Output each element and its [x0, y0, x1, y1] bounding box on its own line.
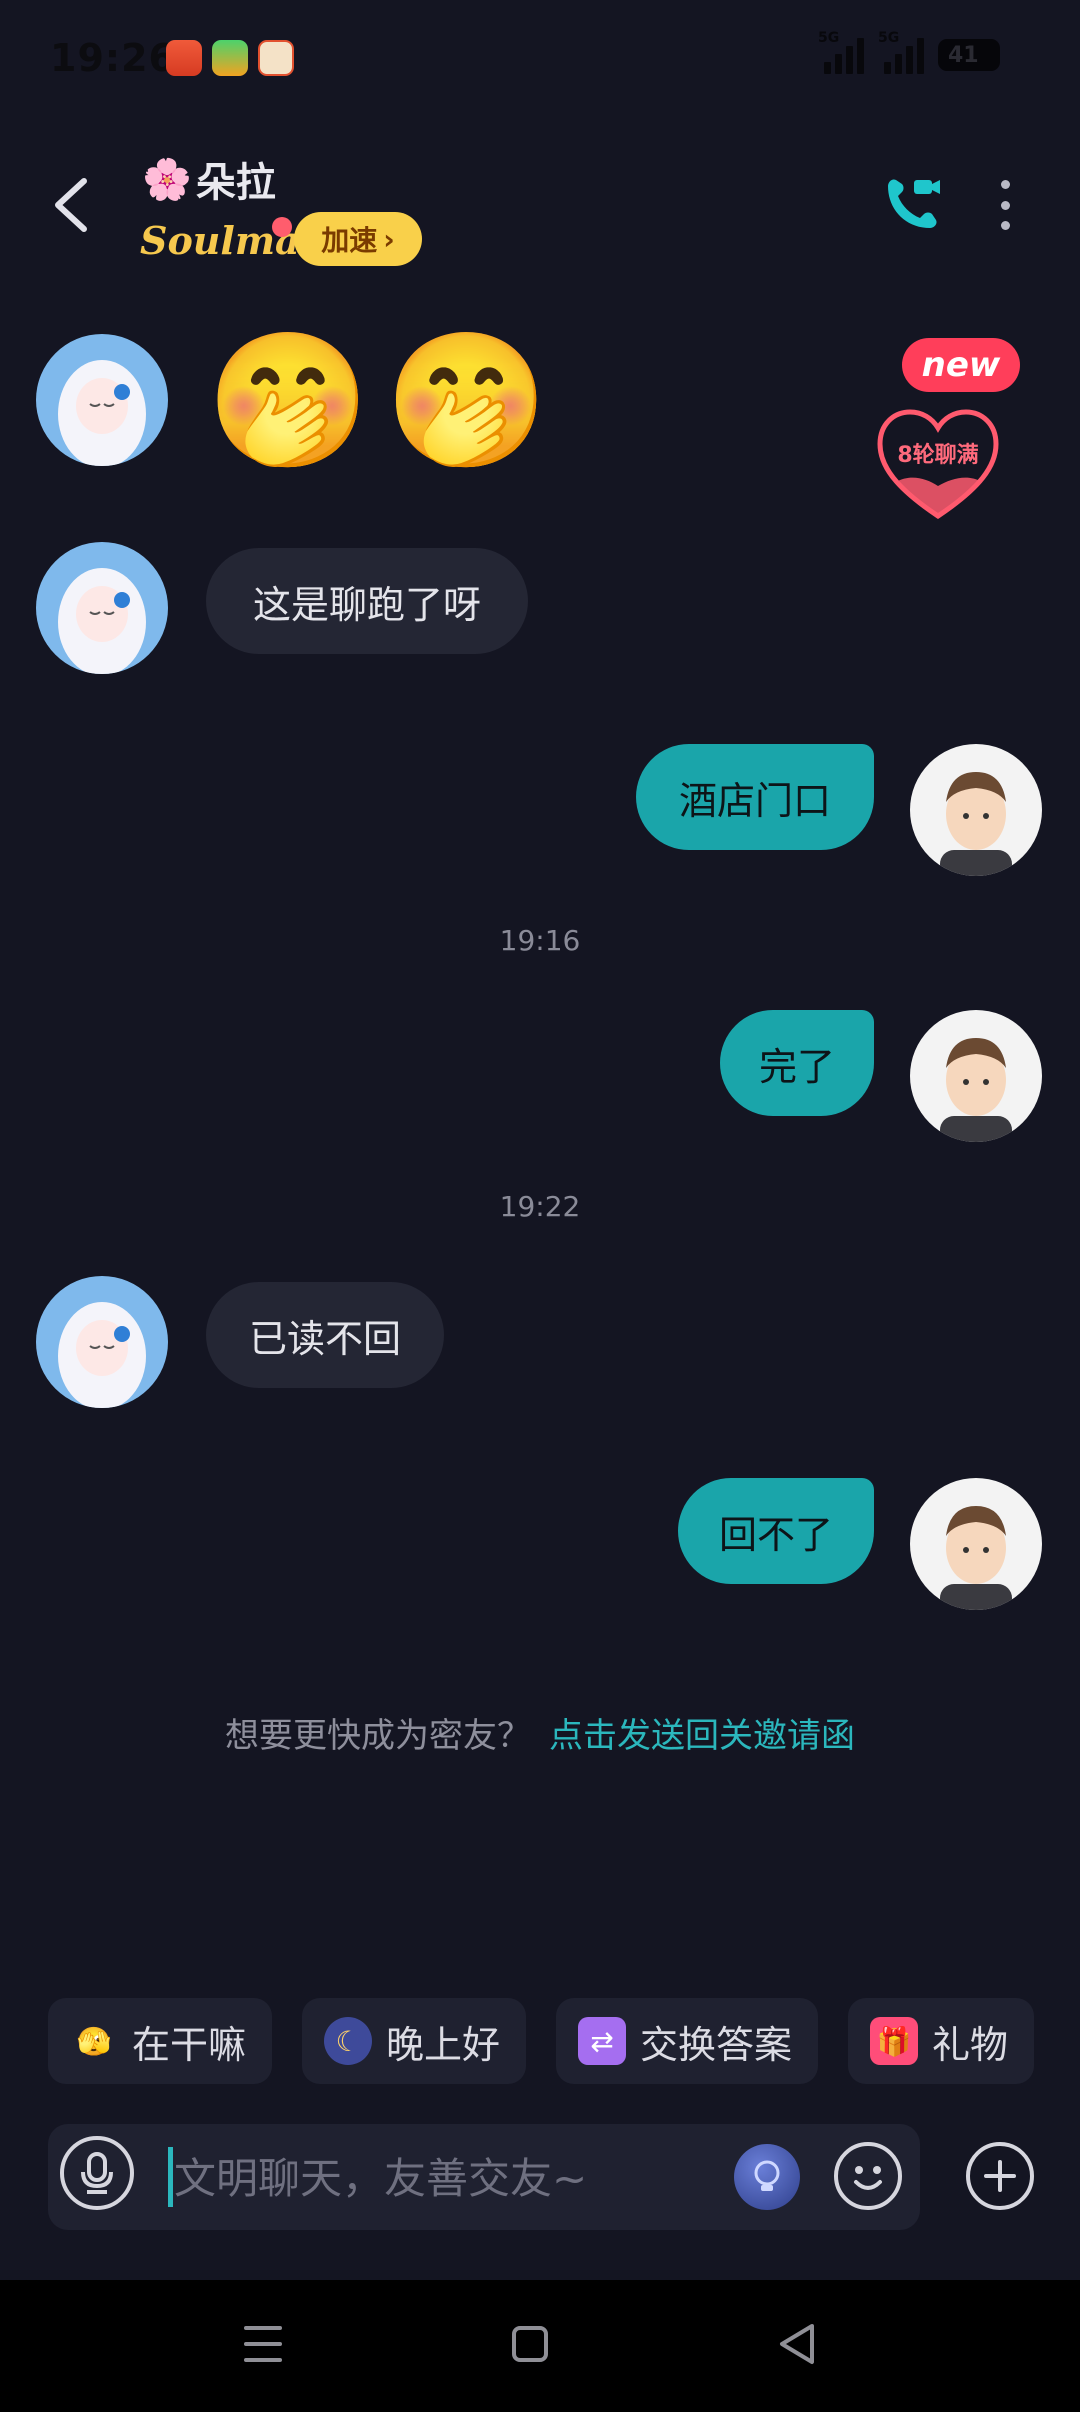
speed-up-button[interactable]: 加速 ›: [294, 212, 422, 266]
microphone-icon: [81, 2152, 113, 2194]
quick-reply-chip[interactable]: ⇄ 交换答案: [556, 1998, 819, 2084]
contact-name: 朵拉: [195, 160, 276, 206]
emoji-button[interactable]: [834, 2142, 902, 2210]
emoji-message[interactable]: 🤭🤭: [206, 326, 563, 476]
more-options-icon[interactable]: [996, 180, 1014, 230]
quick-reply-chip[interactable]: 🎁 礼物: [848, 1998, 1035, 2084]
flower-icon: 🌸: [142, 156, 192, 203]
status-indicators: 5G 5G 41: [818, 30, 1000, 74]
back-triangle-icon[interactable]: [776, 2322, 816, 2366]
heart-badge-label: 8轮聊满: [897, 442, 978, 468]
status-time: 19:26: [50, 36, 176, 80]
smiley-icon: [854, 2166, 882, 2190]
quick-reply-chip[interactable]: ☾ 晚上好: [302, 1998, 527, 2084]
quick-reply-bar: 🫣 在干嘛 ☾ 晚上好 ⇄ 交换答案 🎁 礼物: [48, 1998, 1035, 2084]
app-notification-icon-2: [212, 40, 248, 76]
send-invite-link[interactable]: 点击发送回关邀请函: [549, 1716, 855, 1756]
chevron-right-icon: ›: [383, 222, 395, 256]
user-avatar[interactable]: [910, 1010, 1042, 1142]
app-notification-icon-1: [166, 40, 202, 76]
message-input[interactable]: [172, 2140, 716, 2216]
user-avatar[interactable]: [910, 1478, 1042, 1610]
soulmate-notification-dot: [272, 217, 292, 237]
phone-video-call-icon[interactable]: [880, 172, 944, 236]
contact-avatar[interactable]: [36, 334, 168, 466]
timestamp: 19:22: [499, 1190, 581, 1223]
swap-icon: ⇄: [578, 2017, 627, 2065]
app-notification-icon-3: [258, 40, 294, 76]
back-button[interactable]: [48, 175, 94, 235]
timestamp: 19:16: [499, 924, 581, 957]
contact-avatar[interactable]: [36, 542, 168, 674]
signal-icon: 5G: [818, 30, 864, 74]
gift-icon: 🎁: [870, 2017, 919, 2065]
message-bubble-outgoing[interactable]: 完了: [720, 1010, 874, 1116]
status-app-icons: [166, 40, 294, 76]
home-icon[interactable]: [512, 2326, 548, 2362]
message-bubble-incoming[interactable]: 已读不回: [206, 1282, 444, 1388]
contact-avatar[interactable]: [36, 1276, 168, 1408]
user-avatar[interactable]: [910, 744, 1042, 876]
ai-assistant-button[interactable]: [734, 2144, 800, 2210]
invite-question: 想要更快成为密友？: [225, 1716, 531, 1756]
lightbulb-icon: [754, 2160, 780, 2191]
battery-icon: 41: [938, 39, 1000, 71]
chat-title[interactable]: 🌸 朵拉: [142, 150, 276, 208]
new-badge: new: [902, 338, 1020, 392]
recent-apps-icon[interactable]: [244, 2326, 282, 2362]
heart-chat-rounds-badge[interactable]: 8轮聊满: [876, 404, 1000, 522]
moon-face-icon: ☾: [324, 2017, 373, 2065]
voice-input-button[interactable]: [60, 2136, 134, 2210]
battery-level: 41: [948, 42, 979, 68]
speed-up-label: 加速: [321, 224, 378, 257]
message-bubble-outgoing[interactable]: 酒店门口: [636, 744, 874, 850]
invite-prompt: 想要更快成为密友？ 点击发送回关邀请函: [0, 1708, 1080, 1757]
message-bubble-incoming[interactable]: 这是聊跑了呀: [206, 548, 528, 654]
quick-reply-chip[interactable]: 🫣 在干嘛: [48, 1998, 273, 2084]
message-bubble-outgoing[interactable]: 回不了: [678, 1478, 874, 1584]
plus-icon: [984, 2160, 1016, 2192]
face-peek-icon: 🫣: [76, 2024, 112, 2058]
add-attachment-button[interactable]: [966, 2142, 1034, 2210]
signal-icon: 5G: [878, 30, 924, 74]
